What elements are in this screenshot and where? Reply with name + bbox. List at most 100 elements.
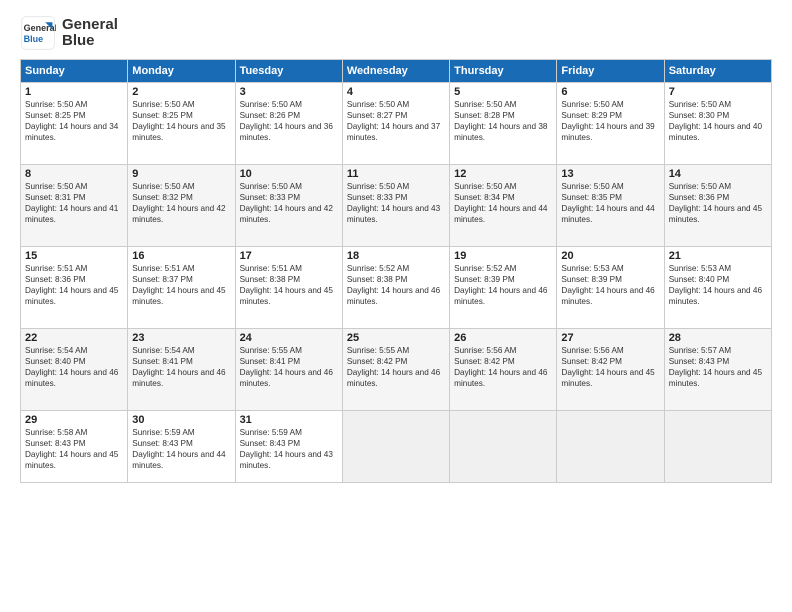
- day-number: 8: [25, 168, 123, 180]
- day-cell: 7Sunrise: 5:50 AMSunset: 8:30 PMDaylight…: [664, 83, 771, 165]
- day-number: 22: [25, 332, 123, 344]
- day-cell: 2Sunrise: 5:50 AMSunset: 8:25 PMDaylight…: [128, 83, 235, 165]
- col-header-wednesday: Wednesday: [342, 60, 449, 83]
- day-number: 9: [132, 168, 230, 180]
- day-number: 13: [561, 168, 659, 180]
- day-info: Sunrise: 5:50 AMSunset: 8:25 PMDaylight:…: [25, 99, 123, 143]
- day-cell: 31Sunrise: 5:59 AMSunset: 8:43 PMDayligh…: [235, 411, 342, 483]
- col-header-thursday: Thursday: [450, 60, 557, 83]
- day-info: Sunrise: 5:50 AMSunset: 8:34 PMDaylight:…: [454, 181, 552, 225]
- day-cell: 29Sunrise: 5:58 AMSunset: 8:43 PMDayligh…: [21, 411, 128, 483]
- logo-name: GeneralBlue: [62, 17, 118, 50]
- day-info: Sunrise: 5:55 AMSunset: 8:41 PMDaylight:…: [240, 345, 338, 389]
- day-cell: 4Sunrise: 5:50 AMSunset: 8:27 PMDaylight…: [342, 83, 449, 165]
- day-number: 21: [669, 250, 767, 262]
- col-header-saturday: Saturday: [664, 60, 771, 83]
- day-number: 20: [561, 250, 659, 262]
- day-cell: 14Sunrise: 5:50 AMSunset: 8:36 PMDayligh…: [664, 165, 771, 247]
- day-cell: 25Sunrise: 5:55 AMSunset: 8:42 PMDayligh…: [342, 329, 449, 411]
- day-info: Sunrise: 5:50 AMSunset: 8:33 PMDaylight:…: [240, 181, 338, 225]
- day-info: Sunrise: 5:50 AMSunset: 8:29 PMDaylight:…: [561, 99, 659, 143]
- day-number: 31: [240, 414, 338, 426]
- day-cell: 13Sunrise: 5:50 AMSunset: 8:35 PMDayligh…: [557, 165, 664, 247]
- day-number: 12: [454, 168, 552, 180]
- header-row: SundayMondayTuesdayWednesdayThursdayFrid…: [21, 60, 772, 83]
- day-info: Sunrise: 5:51 AMSunset: 8:38 PMDaylight:…: [240, 263, 338, 307]
- day-cell: 10Sunrise: 5:50 AMSunset: 8:33 PMDayligh…: [235, 165, 342, 247]
- day-number: 11: [347, 168, 445, 180]
- day-info: Sunrise: 5:52 AMSunset: 8:39 PMDaylight:…: [454, 263, 552, 307]
- day-info: Sunrise: 5:50 AMSunset: 8:33 PMDaylight:…: [347, 181, 445, 225]
- day-number: 19: [454, 250, 552, 262]
- day-number: 28: [669, 332, 767, 344]
- day-cell: 27Sunrise: 5:56 AMSunset: 8:42 PMDayligh…: [557, 329, 664, 411]
- day-cell: [450, 411, 557, 483]
- day-cell: 21Sunrise: 5:53 AMSunset: 8:40 PMDayligh…: [664, 247, 771, 329]
- day-number: 17: [240, 250, 338, 262]
- logo: General Blue GeneralBlue: [20, 15, 118, 51]
- day-number: 27: [561, 332, 659, 344]
- header: General Blue GeneralBlue: [20, 15, 772, 51]
- col-header-sunday: Sunday: [21, 60, 128, 83]
- day-cell: 5Sunrise: 5:50 AMSunset: 8:28 PMDaylight…: [450, 83, 557, 165]
- day-number: 16: [132, 250, 230, 262]
- day-cell: 22Sunrise: 5:54 AMSunset: 8:40 PMDayligh…: [21, 329, 128, 411]
- day-number: 24: [240, 332, 338, 344]
- day-info: Sunrise: 5:57 AMSunset: 8:43 PMDaylight:…: [669, 345, 767, 389]
- day-cell: 3Sunrise: 5:50 AMSunset: 8:26 PMDaylight…: [235, 83, 342, 165]
- day-number: 4: [347, 86, 445, 98]
- col-header-tuesday: Tuesday: [235, 60, 342, 83]
- day-info: Sunrise: 5:50 AMSunset: 8:28 PMDaylight:…: [454, 99, 552, 143]
- day-cell: [557, 411, 664, 483]
- day-number: 15: [25, 250, 123, 262]
- week-row-2: 8Sunrise: 5:50 AMSunset: 8:31 PMDaylight…: [21, 165, 772, 247]
- day-info: Sunrise: 5:56 AMSunset: 8:42 PMDaylight:…: [454, 345, 552, 389]
- day-info: Sunrise: 5:50 AMSunset: 8:26 PMDaylight:…: [240, 99, 338, 143]
- day-number: 29: [25, 414, 123, 426]
- day-number: 18: [347, 250, 445, 262]
- day-number: 5: [454, 86, 552, 98]
- page: General Blue GeneralBlue SundayMondayTue…: [0, 0, 792, 612]
- day-info: Sunrise: 5:50 AMSunset: 8:27 PMDaylight:…: [347, 99, 445, 143]
- day-number: 1: [25, 86, 123, 98]
- day-info: Sunrise: 5:59 AMSunset: 8:43 PMDaylight:…: [240, 427, 338, 471]
- day-cell: 23Sunrise: 5:54 AMSunset: 8:41 PMDayligh…: [128, 329, 235, 411]
- day-info: Sunrise: 5:54 AMSunset: 8:40 PMDaylight:…: [25, 345, 123, 389]
- day-number: 26: [454, 332, 552, 344]
- day-cell: 8Sunrise: 5:50 AMSunset: 8:31 PMDaylight…: [21, 165, 128, 247]
- day-cell: 24Sunrise: 5:55 AMSunset: 8:41 PMDayligh…: [235, 329, 342, 411]
- day-cell: [664, 411, 771, 483]
- day-cell: 18Sunrise: 5:52 AMSunset: 8:38 PMDayligh…: [342, 247, 449, 329]
- day-info: Sunrise: 5:50 AMSunset: 8:31 PMDaylight:…: [25, 181, 123, 225]
- day-number: 3: [240, 86, 338, 98]
- day-cell: 6Sunrise: 5:50 AMSunset: 8:29 PMDaylight…: [557, 83, 664, 165]
- calendar-table: SundayMondayTuesdayWednesdayThursdayFrid…: [20, 59, 772, 483]
- day-cell: 12Sunrise: 5:50 AMSunset: 8:34 PMDayligh…: [450, 165, 557, 247]
- svg-text:Blue: Blue: [24, 34, 44, 44]
- week-row-3: 15Sunrise: 5:51 AMSunset: 8:36 PMDayligh…: [21, 247, 772, 329]
- day-cell: 1Sunrise: 5:50 AMSunset: 8:25 PMDaylight…: [21, 83, 128, 165]
- day-info: Sunrise: 5:51 AMSunset: 8:36 PMDaylight:…: [25, 263, 123, 307]
- logo-icon: General Blue: [20, 15, 56, 51]
- day-cell: 15Sunrise: 5:51 AMSunset: 8:36 PMDayligh…: [21, 247, 128, 329]
- day-number: 7: [669, 86, 767, 98]
- day-cell: 19Sunrise: 5:52 AMSunset: 8:39 PMDayligh…: [450, 247, 557, 329]
- day-cell: 30Sunrise: 5:59 AMSunset: 8:43 PMDayligh…: [128, 411, 235, 483]
- day-cell: 11Sunrise: 5:50 AMSunset: 8:33 PMDayligh…: [342, 165, 449, 247]
- day-info: Sunrise: 5:50 AMSunset: 8:32 PMDaylight:…: [132, 181, 230, 225]
- day-cell: 16Sunrise: 5:51 AMSunset: 8:37 PMDayligh…: [128, 247, 235, 329]
- week-row-5: 29Sunrise: 5:58 AMSunset: 8:43 PMDayligh…: [21, 411, 772, 483]
- day-info: Sunrise: 5:59 AMSunset: 8:43 PMDaylight:…: [132, 427, 230, 471]
- day-cell: 9Sunrise: 5:50 AMSunset: 8:32 PMDaylight…: [128, 165, 235, 247]
- col-header-monday: Monday: [128, 60, 235, 83]
- day-number: 25: [347, 332, 445, 344]
- day-info: Sunrise: 5:56 AMSunset: 8:42 PMDaylight:…: [561, 345, 659, 389]
- day-cell: 28Sunrise: 5:57 AMSunset: 8:43 PMDayligh…: [664, 329, 771, 411]
- day-info: Sunrise: 5:52 AMSunset: 8:38 PMDaylight:…: [347, 263, 445, 307]
- week-row-4: 22Sunrise: 5:54 AMSunset: 8:40 PMDayligh…: [21, 329, 772, 411]
- day-info: Sunrise: 5:51 AMSunset: 8:37 PMDaylight:…: [132, 263, 230, 307]
- week-row-1: 1Sunrise: 5:50 AMSunset: 8:25 PMDaylight…: [21, 83, 772, 165]
- day-info: Sunrise: 5:50 AMSunset: 8:36 PMDaylight:…: [669, 181, 767, 225]
- day-info: Sunrise: 5:53 AMSunset: 8:39 PMDaylight:…: [561, 263, 659, 307]
- day-number: 30: [132, 414, 230, 426]
